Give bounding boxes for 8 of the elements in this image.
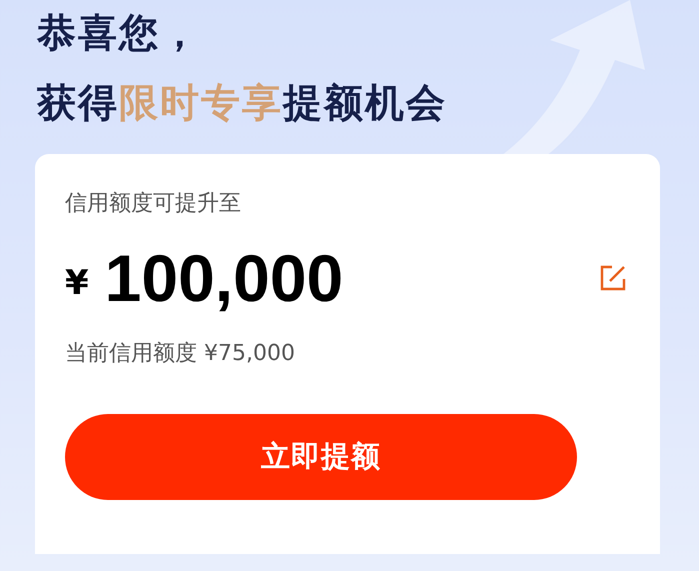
currency-symbol: ¥ (65, 263, 89, 303)
raise-limit-button[interactable]: 立即提额 (65, 414, 577, 500)
headline: 获得限时专享提额机会 (37, 80, 448, 128)
edit-icon[interactable] (600, 265, 626, 291)
credit-amount: 100,000 (104, 240, 344, 316)
current-limit-text: 当前信用额度 ¥75,000 (65, 340, 296, 368)
headline: 恭喜您， (37, 10, 202, 58)
limit-label: 信用额度可提升至 (65, 190, 242, 218)
